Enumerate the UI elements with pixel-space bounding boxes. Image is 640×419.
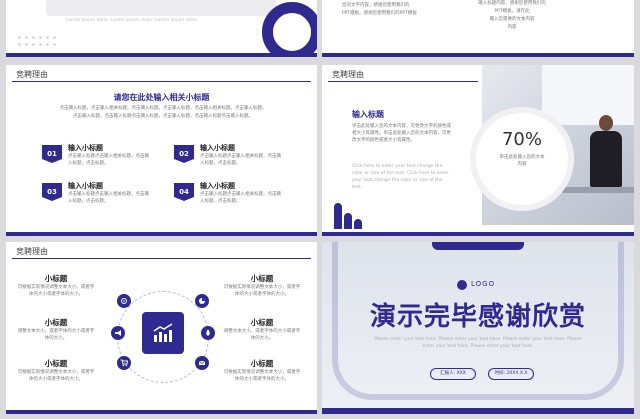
slide-2[interactable]: 您的文字内容，感谢您使用我们的 PPT模板。感谢您使用我们的PPT模板 输入标题…	[322, 0, 634, 57]
slide-2-right-4: 内容	[507, 25, 517, 30]
sub-title: 小标题	[44, 359, 68, 368]
header-divider	[12, 81, 311, 82]
presenter-button[interactable]: 汇报人: XXX	[430, 368, 476, 380]
closing-desc: Please enter your text here. Please ente…	[374, 337, 582, 349]
slide-1-caption: Lorem ipsum dolor. Lorem ipsum dolor. Lo…	[66, 18, 199, 23]
decor-bar	[354, 219, 362, 229]
dots-decoration	[16, 34, 56, 48]
sub-desc: 可根据实际情况调整文本大小，或者字体的大小或者字体的大小。	[17, 285, 95, 297]
slide-description: 点击输入标题，点击输入标题点击输入标题，点击输入标题，点击输入标题点击输入标题。	[73, 114, 253, 119]
slide-2-right-1: 输入标题内容，感谢您使用我们的	[478, 1, 546, 6]
closing-title: 演示完毕感谢欣赏	[369, 302, 586, 332]
slide-title: 请您在此处输入相关小标题	[113, 93, 210, 102]
number-badge: 02	[174, 145, 194, 163]
sub-title: 小标题	[44, 274, 68, 283]
growth-chart-icon	[153, 323, 173, 342]
sub-desc: 可根据实际情况调整文本大小，或者字体的大小或者字体的大小。	[17, 370, 95, 382]
slide-3-bottom-bar	[6, 232, 317, 236]
slide-2-text-2: PPT模板。感谢您使用我们的PPT模板	[342, 11, 417, 16]
desk	[562, 187, 634, 193]
item-desc: 点击输入标题点击输入相关标题，点击输入标题，点击标题。	[68, 192, 149, 204]
logo-mark	[457, 280, 467, 290]
stat-note: 单击此处输入您的文本内容	[499, 155, 545, 167]
circle-icon-button[interactable]	[195, 356, 209, 370]
item-desc: 点击输入标题点击输入相关标题，点击输入标题，点击标题。	[68, 154, 149, 166]
person-head	[599, 115, 613, 131]
slide-2-right-2: PPT模板。请在此	[494, 9, 530, 14]
item-title: 输入小标题	[68, 182, 103, 190]
slide-description: 单击此处输入您的文本内容，可更改文字的颜色或者大小等属性。单击此处输入您的文本内…	[352, 124, 451, 143]
header-divider	[12, 258, 311, 259]
cart-icon	[120, 359, 128, 367]
slide-title: 输入标题	[352, 110, 384, 119]
sub-title: 小标题	[44, 318, 68, 327]
logo-text: LOGO	[471, 280, 496, 288]
sub-desc: 可根据实际情况调整文本大小，或者字体的大小或者字体的大小。	[223, 285, 301, 297]
slide-1[interactable]: Lorem ipsum dolor. Lorem ipsum dolor. Lo…	[6, 0, 317, 57]
window-panel	[542, 65, 634, 125]
slide-3[interactable]: 竞聘理由 请您在此处输入相关小标题 点击输入标题，点击输入相关标题。点击输入标题…	[6, 65, 317, 236]
stat-percent: 70%	[501, 129, 542, 150]
circle-icon-button[interactable]	[117, 356, 131, 370]
sub-desc: 调整文本大小，或者字体的大小或者字体的大小。	[17, 329, 95, 341]
corner-ring-decoration	[262, 2, 317, 57]
settings-icon	[121, 298, 127, 304]
number-badge: 01	[42, 145, 62, 163]
slide-2-bottom-bar	[322, 53, 634, 57]
number-badge: 04	[174, 183, 194, 201]
item-title: 输入小标题	[200, 144, 235, 152]
slide-6[interactable]: LOGO 演示完毕感谢欣赏 Please enter your text her…	[322, 242, 634, 414]
english-description: Click here to enter your text change the…	[352, 164, 449, 190]
person-body	[590, 131, 622, 187]
slide-description: 点击输入标题，点击输入相关标题。点击输入标题。点击输入标题，点击输入相关标题。点…	[59, 106, 267, 111]
item-title: 输入小标题	[200, 182, 235, 190]
decor-bar	[334, 203, 342, 229]
header-divider	[328, 81, 478, 82]
slide-1-bottom-bar	[6, 53, 317, 57]
circle-icon-button[interactable]	[201, 326, 215, 340]
date-button[interactable]: 时间: 20XX.X.X	[488, 368, 534, 380]
slide-header: 竞聘理由	[16, 70, 48, 79]
slide-6-bottom-bar	[322, 408, 634, 414]
center-icon-box	[142, 312, 184, 354]
item-title: 输入小标题	[68, 144, 103, 152]
slide-header: 竞聘理由	[332, 70, 364, 79]
pie-chart-icon	[199, 298, 205, 304]
circle-icon-button[interactable]	[117, 294, 131, 308]
item-desc: 点击输入标题点击输入相关标题，点击输入标题，点击标题。	[200, 154, 281, 166]
slide-2-text-1: 您的文字内容，感谢您使用我们的	[342, 3, 410, 8]
sub-title: 小标题	[250, 274, 274, 283]
sub-title: 小标题	[250, 318, 274, 327]
bar-chart-decoration	[334, 199, 374, 229]
sub-title: 小标题	[250, 359, 274, 368]
number-badge: 03	[42, 183, 62, 201]
image-placeholder	[46, 0, 276, 16]
mail-icon	[198, 360, 206, 365]
slide-4[interactable]: 竞聘理由 70% 单击此处输入您的文本内容 输入标题 单击此处输入您的文本内容，…	[322, 65, 634, 236]
circle-icon-button[interactable]	[195, 294, 209, 308]
slide-2-right-3: 输入您需要的文本内容	[489, 17, 535, 22]
megaphone-icon	[115, 330, 121, 336]
slide-header: 竞聘理由	[16, 247, 48, 256]
rocket-icon	[206, 329, 210, 336]
slide-5-bottom-bar	[6, 410, 317, 414]
item-desc: 点击输入标题点击输入相关标题，点击输入标题，点击标题。	[200, 192, 281, 204]
slide-4-bottom-bar	[322, 232, 634, 236]
top-banner-bar	[432, 242, 524, 250]
sub-desc: 调整文本大小，或者字体的大小或者字体的大小。	[223, 329, 301, 341]
slide-5[interactable]: 竞聘理由 小标题 可根据实际情况调整文本大小，或者字体的大小或者字体的大小。 小…	[6, 242, 317, 414]
sub-desc: 可根据实际情况调整文本大小，或者字体的大小或者字体的大小。	[223, 370, 301, 382]
decor-bar	[344, 213, 352, 229]
circle-icon-button[interactable]	[111, 326, 125, 340]
